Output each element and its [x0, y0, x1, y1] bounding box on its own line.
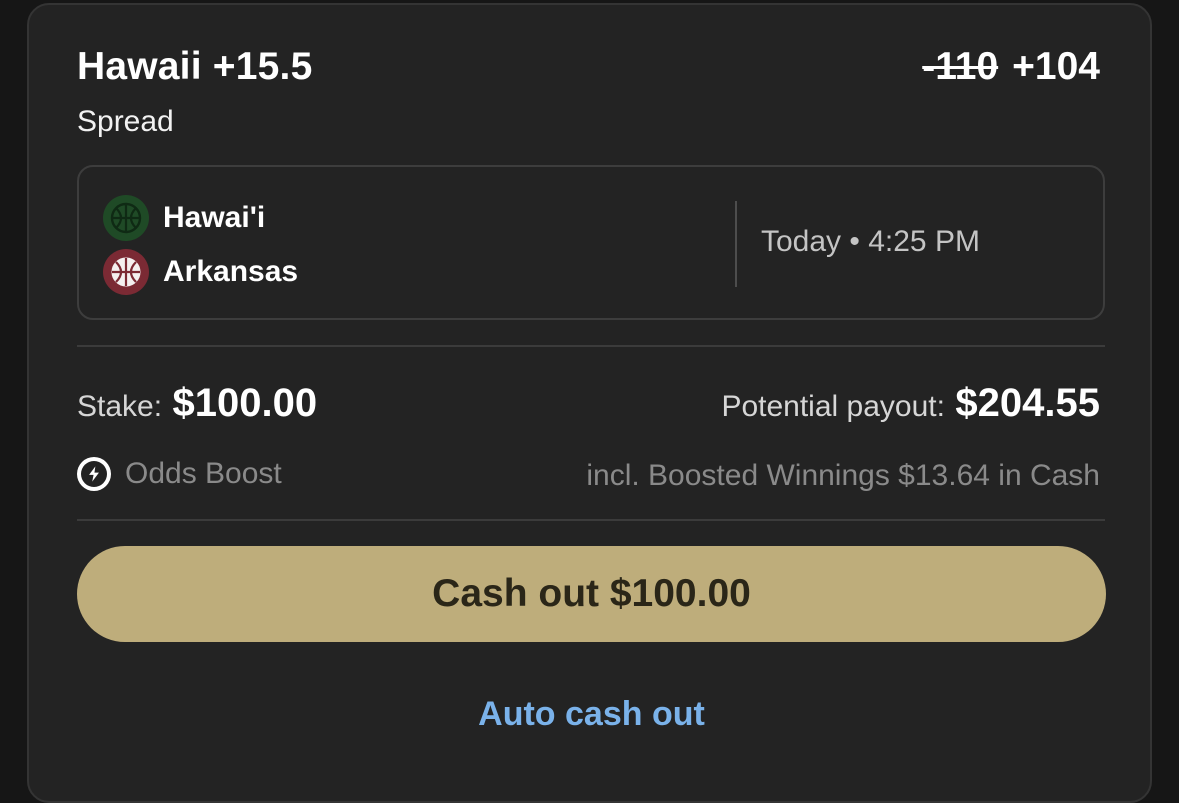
- odds-boost-label: Odds Boost: [125, 457, 282, 490]
- basketball-icon: [103, 195, 149, 241]
- payout-value: $204.55: [955, 381, 1100, 425]
- team-row-arkansas: Arkansas: [103, 249, 298, 295]
- vertical-divider: [735, 201, 737, 287]
- event-start-time: Today • 4:25 PM: [761, 225, 980, 258]
- divider: [77, 519, 1105, 521]
- team-name-away: Arkansas: [163, 255, 299, 288]
- bet-market-type: Spread: [77, 105, 174, 138]
- team-name-home: Hawai'i: [163, 201, 266, 234]
- payout-label: Potential payout:: [721, 390, 945, 423]
- bet-card: Hawaii +15.5 -110 +104 Spread Hawai'i Ar…: [27, 3, 1152, 803]
- odds-boost-indicator: Odds Boost: [77, 457, 282, 491]
- event-info-box[interactable]: Hawai'i Arkansas Today • 4:25 PM: [77, 165, 1105, 320]
- original-odds: -110: [922, 45, 999, 88]
- bet-selection-title: Hawaii +15.5: [77, 45, 313, 88]
- auto-cash-out-link[interactable]: Auto cash out: [29, 695, 1154, 734]
- stake-row: Stake: $100.00: [77, 381, 317, 426]
- boosted-winnings-note: incl. Boosted Winnings $13.64 in Cash: [586, 459, 1100, 492]
- divider: [77, 345, 1105, 347]
- payout-row: Potential payout: $204.55: [721, 381, 1100, 426]
- odds-display: -110 +104: [922, 45, 1100, 89]
- boosted-odds: +104: [1012, 45, 1100, 88]
- team-row-hawaii: Hawai'i: [103, 195, 265, 241]
- stake-label: Stake:: [77, 390, 163, 423]
- stake-value: $100.00: [172, 381, 318, 425]
- cash-out-button[interactable]: Cash out $100.00: [77, 546, 1106, 642]
- lightning-icon: [77, 457, 111, 491]
- basketball-icon: [103, 249, 149, 295]
